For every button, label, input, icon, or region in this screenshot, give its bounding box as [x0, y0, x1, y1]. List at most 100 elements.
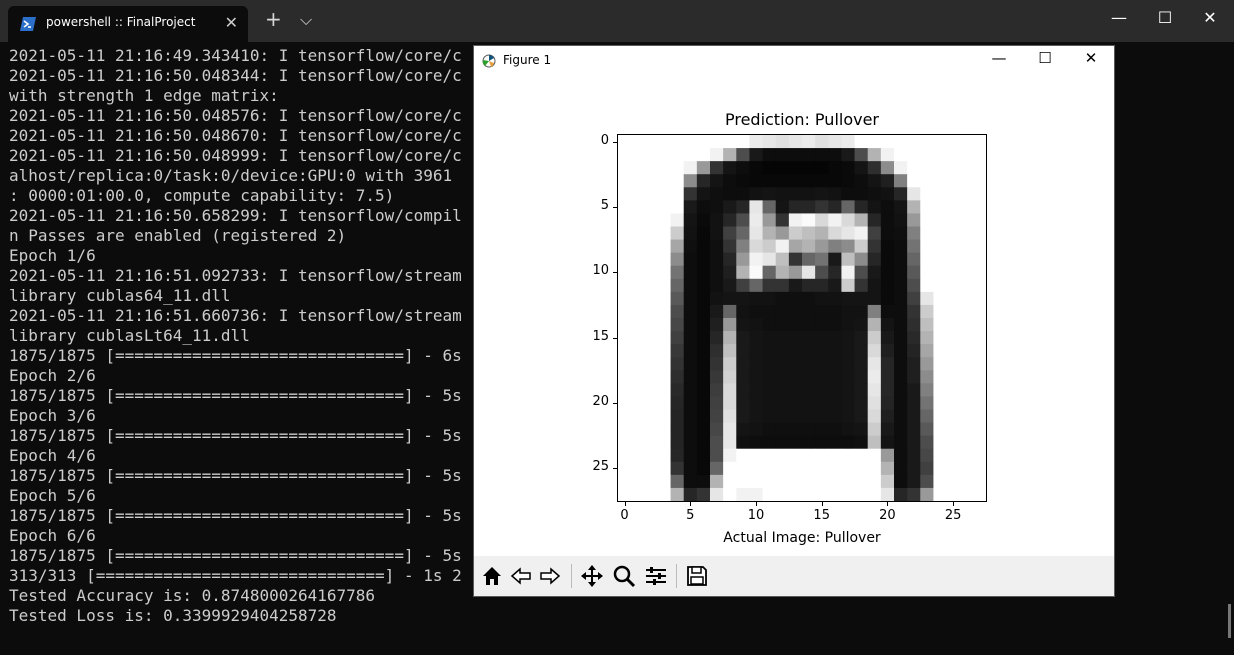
pixel-cell	[959, 200, 974, 214]
pixel-cell	[907, 291, 921, 306]
pixel-cell	[710, 148, 724, 162]
pan-icon[interactable]	[578, 561, 606, 591]
pixel-cell	[644, 409, 658, 423]
pixel-cell	[946, 200, 961, 214]
pixel-cell	[959, 187, 974, 201]
zoom-icon[interactable]	[610, 561, 638, 591]
pixel-cell	[802, 291, 816, 306]
pixel-cell	[749, 148, 763, 162]
pixel-cell	[828, 344, 842, 358]
pixel-cell	[907, 318, 921, 332]
pixel-cell	[657, 435, 671, 450]
pixel-cell	[644, 252, 658, 267]
tab-dropdown-button[interactable]: ⌵	[300, 10, 312, 30]
pixel-cell	[972, 265, 986, 280]
forward-icon[interactable]	[536, 561, 564, 591]
tab-close-icon[interactable]: ✕	[225, 13, 238, 32]
maximize-button[interactable]: ☐	[1150, 8, 1180, 27]
pixel-cell	[670, 148, 685, 162]
pixel-cell	[696, 252, 711, 267]
pixel-cell	[788, 213, 803, 227]
pixel-cell	[880, 213, 895, 227]
pixel-cell	[828, 278, 842, 293]
pixel-cell	[933, 200, 947, 214]
pixel-cell	[762, 226, 777, 240]
pixel-cell	[828, 148, 842, 162]
home-icon[interactable]	[478, 561, 506, 591]
pixel-cell	[762, 487, 777, 501]
pixel-cell	[696, 435, 711, 450]
pixel-cell	[907, 487, 921, 501]
pixel-cell	[749, 396, 763, 410]
pixel-cell	[802, 239, 816, 254]
image-plot[interactable]	[617, 134, 987, 502]
pixel-cell	[696, 331, 711, 345]
terminal-scrollbar[interactable]	[1228, 604, 1231, 638]
pixel-cell	[920, 161, 934, 175]
y-tick-mark	[613, 206, 617, 208]
pixel-cell	[841, 474, 855, 489]
pixel-cell	[775, 331, 790, 345]
save-icon[interactable]	[683, 561, 711, 591]
matplotlib-icon	[482, 53, 496, 68]
figure-close-button[interactable]: ✕	[1076, 49, 1106, 67]
pixel-cell	[736, 304, 750, 319]
pixel-cell	[854, 239, 869, 254]
pixel-cell	[723, 226, 737, 240]
pixel-cell	[946, 487, 961, 501]
pixel-cell	[683, 187, 698, 201]
minimize-button[interactable]: —	[1104, 8, 1134, 27]
figure-maximize-button[interactable]: ☐	[1030, 49, 1060, 67]
pixel-cell	[644, 422, 658, 437]
pixel-cell	[670, 161, 685, 175]
pixel-cell	[959, 435, 974, 450]
pixel-cell	[933, 344, 947, 358]
back-icon[interactable]	[507, 561, 535, 591]
pixel-cell	[802, 304, 816, 319]
pixel-cell	[802, 344, 816, 358]
pixel-cell	[946, 396, 961, 410]
pixel-cell	[894, 461, 908, 476]
pixel-cell	[723, 448, 737, 463]
pixel-cell	[841, 265, 855, 280]
pixel-cell	[841, 461, 855, 476]
pixel-cell	[775, 161, 790, 175]
pixel-cell	[959, 291, 974, 306]
pixel-cell	[933, 148, 947, 162]
pixel-cell	[933, 448, 947, 463]
pixel-cell	[854, 161, 869, 175]
pixel-cell	[657, 422, 671, 437]
pixel-cell	[854, 461, 869, 476]
pixel-cell	[710, 344, 724, 358]
pixel-cell	[710, 200, 724, 214]
pixel-cell	[815, 344, 829, 358]
pixel-cell	[788, 370, 803, 384]
pixel-cell	[775, 409, 790, 423]
pixel-cell	[946, 383, 961, 397]
figure-minimize-button[interactable]: —	[984, 49, 1014, 67]
pixel-cell	[815, 448, 829, 463]
new-tab-button[interactable]: +	[265, 7, 282, 31]
pixel-cell	[762, 239, 777, 254]
configure-subplots-icon[interactable]	[642, 561, 670, 591]
pixel-cell	[894, 135, 908, 149]
pixel-cell	[894, 448, 908, 463]
pixel-cell	[867, 278, 882, 293]
pixel-cell	[802, 213, 816, 227]
pixel-cell	[920, 474, 934, 489]
pixel-cell	[802, 461, 816, 476]
pixel-cell	[972, 474, 986, 489]
pixel-cell	[841, 278, 855, 293]
pixel-cell	[696, 291, 711, 306]
tab-powershell[interactable]: powershell :: FinalProject ✕	[8, 6, 248, 42]
close-button[interactable]: ✕	[1195, 8, 1225, 27]
pixel-cell	[894, 304, 908, 319]
pixel-cell	[788, 304, 803, 319]
pixel-cell	[710, 383, 724, 397]
pixel-cell	[696, 474, 711, 489]
pixel-cell	[631, 474, 645, 489]
pixel-cell	[920, 357, 934, 371]
pixel-cell	[723, 383, 737, 397]
pixel-cell	[907, 187, 921, 201]
pixel-cell	[880, 318, 895, 332]
